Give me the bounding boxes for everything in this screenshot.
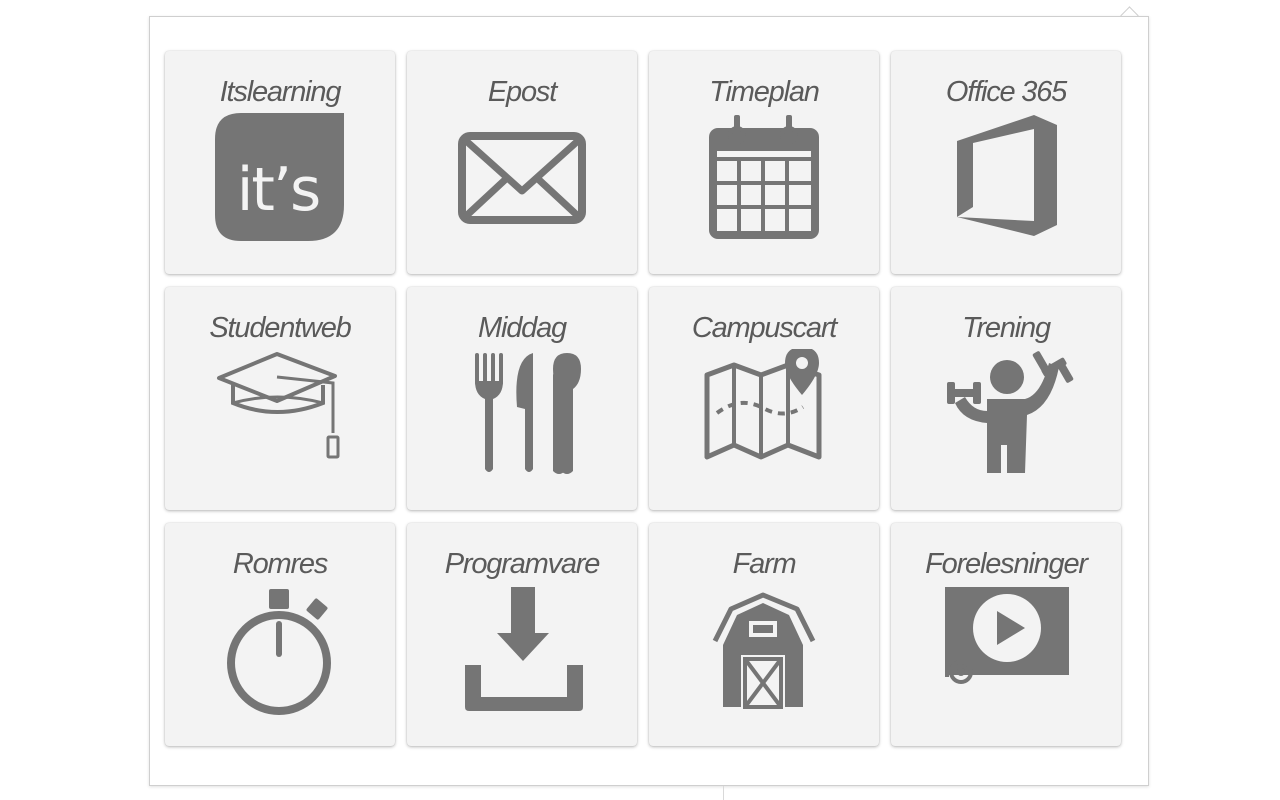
tile-label: Itslearning <box>219 76 342 108</box>
dumbbell-workout-icon <box>931 349 1081 499</box>
tile-label: Epost <box>487 76 557 108</box>
stopwatch-icon <box>205 585 355 735</box>
tile-label: Farm <box>732 548 797 580</box>
tile-trening[interactable]: Trening <box>891 287 1121 510</box>
tile-campuscart[interactable]: Campuscart <box>649 287 879 510</box>
map-pin-icon <box>689 349 839 499</box>
tile-farm[interactable]: Farm <box>649 523 879 746</box>
tile-timeplan[interactable]: Timeplan <box>649 51 879 274</box>
tile-label: Studentweb <box>209 312 351 344</box>
tile-romres[interactable]: Romres <box>165 523 395 746</box>
envelope-icon <box>447 113 597 263</box>
tile-label: Middag <box>478 312 567 344</box>
tile-programvare[interactable]: Programvare <box>407 523 637 746</box>
calendar-icon <box>689 113 839 263</box>
graduation-cap-icon <box>205 349 355 499</box>
video-player-icon <box>931 585 1081 735</box>
app-launcher-grid: Itslearning it’s Epost Timeplan Office 3… <box>165 51 1121 746</box>
tile-label: Trening <box>962 312 1051 344</box>
tile-label: Programvare <box>444 548 601 580</box>
tile-middag[interactable]: Middag <box>407 287 637 510</box>
tile-office-365[interactable]: Office 365 <box>891 51 1121 274</box>
divider <box>723 786 724 800</box>
itslearning-logo-text: it’s <box>237 155 320 225</box>
download-icon <box>447 585 597 735</box>
barn-icon <box>689 585 839 735</box>
tile-itslearning[interactable]: Itslearning it’s <box>165 51 395 274</box>
tile-label: Forelesninger <box>925 548 1088 580</box>
tile-label: Romres <box>232 548 329 580</box>
cutlery-icon <box>447 349 597 499</box>
itslearning-logo-icon: it’s <box>205 113 355 263</box>
tile-label: Office 365 <box>945 76 1067 108</box>
tile-epost[interactable]: Epost <box>407 51 637 274</box>
tile-forelesninger[interactable]: Forelesninger <box>891 523 1121 746</box>
office-365-logo-icon <box>931 113 1081 263</box>
tile-studentweb[interactable]: Studentweb <box>165 287 395 510</box>
tile-label: Campuscart <box>691 312 838 344</box>
tile-label: Timeplan <box>709 76 820 108</box>
